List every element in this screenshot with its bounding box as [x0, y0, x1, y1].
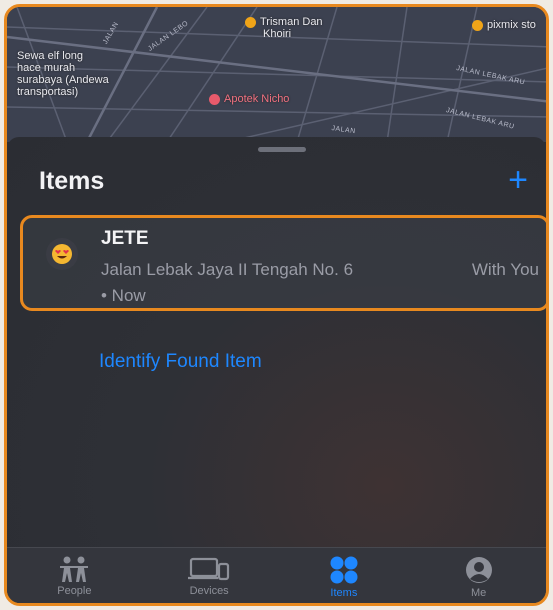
- identify-found-item-link[interactable]: Identify Found Item: [99, 351, 262, 373]
- heart-eyes-emoji-icon: [52, 244, 72, 264]
- tab-label: People: [57, 585, 92, 597]
- map-view[interactable]: JALAN LEBO JALAN JALAN LEBAK ARU JALAN L…: [7, 7, 546, 142]
- tab-me[interactable]: Me: [411, 548, 546, 603]
- person-circle-icon: [465, 557, 492, 583]
- pharmacy-pin-icon: [209, 93, 220, 105]
- tab-bar: People Devices Items Me: [7, 547, 546, 603]
- item-avatar: [46, 238, 78, 270]
- devices-icon: [188, 557, 230, 581]
- items-icon: [330, 556, 358, 584]
- tab-label: Items: [330, 587, 358, 599]
- item-name: JETE: [101, 228, 149, 249]
- tab-items[interactable]: Items: [277, 548, 412, 603]
- poi-pin-icon: [472, 19, 483, 31]
- poi-pin-icon: [245, 16, 256, 28]
- tab-label: Devices: [189, 585, 229, 597]
- app-frame: JALAN LEBO JALAN JALAN LEBAK ARU JALAN L…: [4, 4, 549, 606]
- item-last-seen: • Now: [101, 286, 146, 305]
- tab-devices[interactable]: Devices: [142, 548, 277, 603]
- item-address: Jalan Lebak Jaya II Tengah No. 6: [101, 260, 354, 279]
- page-title: Items: [39, 167, 105, 195]
- poi-apotek[interactable]: Apotek Nicho: [209, 93, 289, 105]
- tab-people[interactable]: People: [7, 548, 142, 603]
- add-item-button[interactable]: +: [503, 163, 533, 197]
- item-row-jete[interactable]: JETE Jalan Lebak Jaya II Tengah No. 6 • …: [20, 215, 546, 311]
- sheet-grabber[interactable]: [258, 147, 306, 152]
- poi-trisman[interactable]: Trisman Dan Khoiri: [245, 16, 323, 40]
- poi-pixmix[interactable]: pixmix sto: [472, 19, 536, 31]
- item-status: With You: [471, 260, 539, 279]
- tab-label: Me: [470, 587, 487, 599]
- items-sheet: Items + JETE Jalan Lebak Jaya II Tengah …: [7, 137, 546, 547]
- people-icon: [60, 556, 89, 582]
- place-label-sewa-elf[interactable]: Sewa elf long hace murah surabaya (Andew…: [17, 50, 109, 98]
